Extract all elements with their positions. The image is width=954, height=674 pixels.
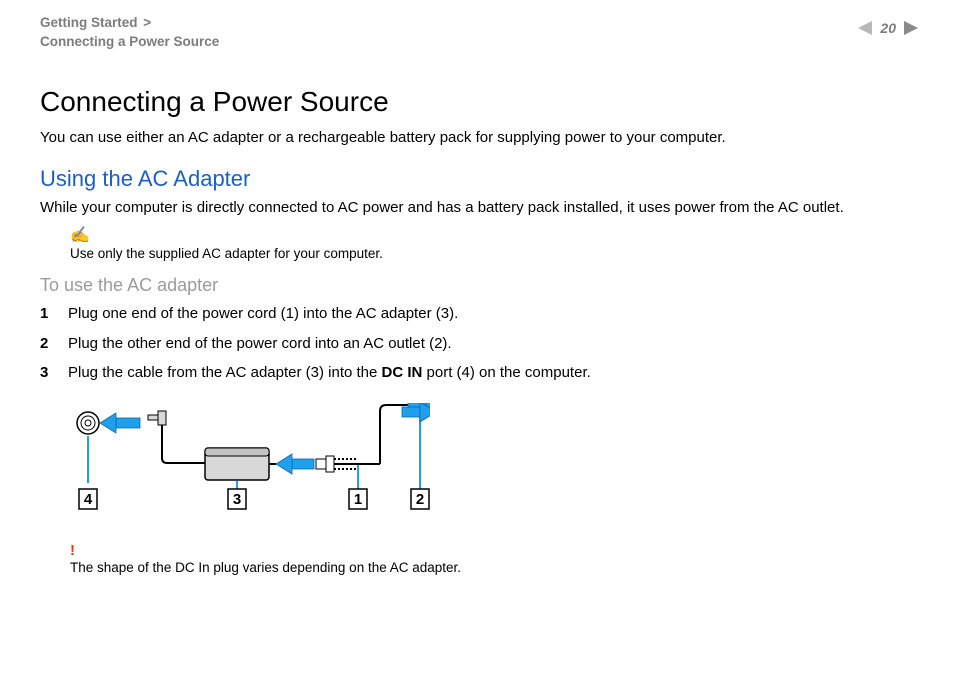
prev-page-icon[interactable] bbox=[858, 21, 872, 35]
subsection-heading: To use the AC adapter bbox=[40, 275, 914, 296]
steps-list: 1 Plug one end of the power cord (1) int… bbox=[40, 304, 914, 383]
next-page-icon[interactable] bbox=[904, 21, 918, 35]
page-nav: 20 bbox=[858, 20, 918, 36]
step-text: Plug one end of the power cord (1) into … bbox=[68, 304, 458, 324]
breadcrumb: Getting Started > Connecting a Power Sou… bbox=[40, 14, 914, 52]
exclamation-icon: ! bbox=[70, 542, 914, 559]
list-item: 1 Plug one end of the power cord (1) int… bbox=[40, 304, 914, 324]
diagram-label-1: 1 bbox=[354, 491, 362, 508]
list-item: 3 Plug the cable from the AC adapter (3)… bbox=[40, 363, 914, 383]
step-text: Plug the cable from the AC adapter (3) i… bbox=[68, 363, 591, 383]
section-body: While your computer is directly connecte… bbox=[40, 198, 914, 218]
pencil-icon: ✍ bbox=[70, 228, 914, 244]
step-number: 3 bbox=[40, 363, 68, 383]
list-item: 2 Plug the other end of the power cord i… bbox=[40, 334, 914, 354]
page-number: 20 bbox=[880, 20, 896, 36]
step-text: Plug the other end of the power cord int… bbox=[68, 334, 452, 354]
section-heading: Using the AC Adapter bbox=[40, 166, 914, 192]
ac-adapter-diagram: 4 3 1 2 bbox=[70, 403, 914, 528]
diagram-label-3: 3 bbox=[233, 491, 241, 508]
note-block: ✍ Use only the supplied AC adapter for y… bbox=[70, 228, 914, 261]
dc-in-label: DC IN bbox=[382, 364, 423, 381]
warning-text: The shape of the DC In plug varies depen… bbox=[70, 560, 914, 575]
breadcrumb-section: Getting Started bbox=[40, 15, 138, 30]
page-title: Connecting a Power Source bbox=[40, 86, 914, 118]
intro-paragraph: You can use either an AC adapter or a re… bbox=[40, 128, 914, 148]
breadcrumb-page: Connecting a Power Source bbox=[40, 34, 219, 49]
step-number: 1 bbox=[40, 304, 68, 324]
step-number: 2 bbox=[40, 334, 68, 354]
diagram-label-4: 4 bbox=[84, 491, 93, 508]
breadcrumb-separator: > bbox=[141, 15, 151, 30]
diagram-label-2: 2 bbox=[416, 491, 424, 508]
warning-block: ! The shape of the DC In plug varies dep… bbox=[70, 542, 914, 575]
note-text: Use only the supplied AC adapter for you… bbox=[70, 246, 914, 261]
